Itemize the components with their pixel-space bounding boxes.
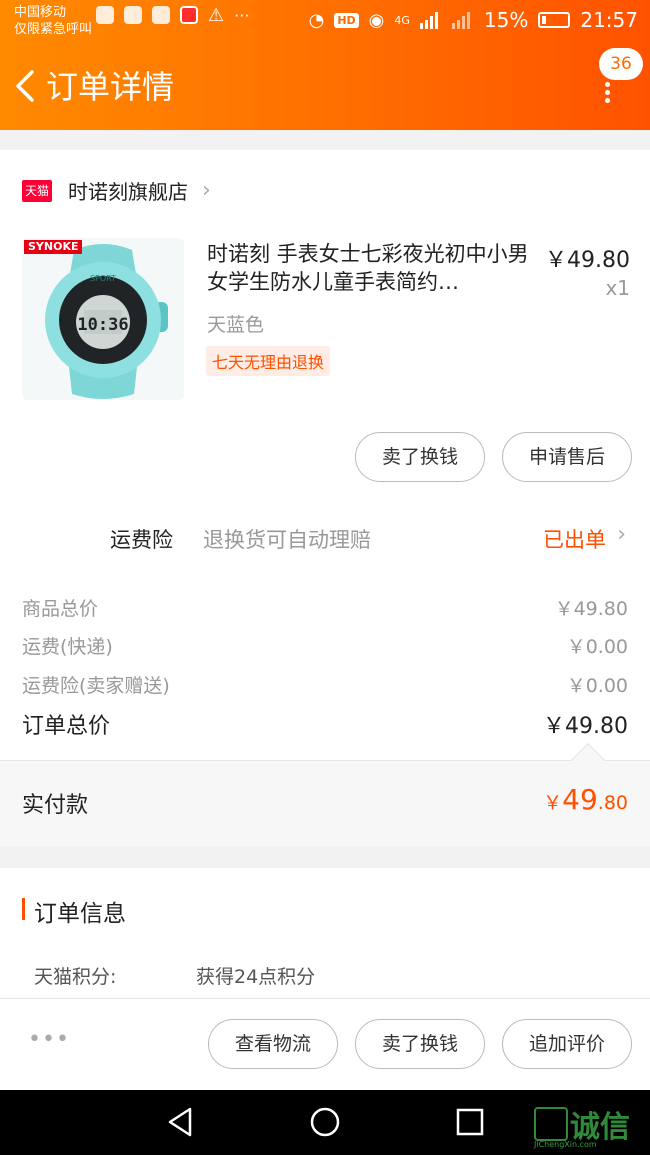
qq-icon — [96, 6, 114, 24]
price-value: ￥0.00 — [566, 636, 628, 658]
product-quantity: x1 — [605, 276, 630, 300]
section-accent-bar — [22, 898, 25, 920]
product-brand-tag: SYNOKE — [24, 240, 83, 254]
chevron-right-icon: › — [202, 178, 211, 203]
watermark-subtext: JiChengXin.com — [534, 1140, 597, 1149]
carrier-status: 仅限紧急呼叫 — [14, 22, 93, 37]
sell-for-cash-bottom-button[interactable]: 卖了换钱 — [355, 1019, 485, 1069]
price-row-goods: 商品总价 ￥49.80 — [22, 594, 628, 624]
price-value: ￥49.80 — [554, 598, 628, 620]
app-header: 中国移动 仅限紧急呼叫 ⚠ ··· ◔ HD ◉ 4G 15% 21:57 订单 — [0, 0, 650, 130]
watermark: 诚信 JiChengXin.com — [534, 1102, 630, 1149]
more-notifications-icon: ··· — [234, 5, 250, 25]
actual-paid-label: 实付款 — [22, 793, 89, 818]
carrier-name: 中国移动 — [14, 5, 67, 20]
order-card: 天猫 时诺刻旗舰店 › SYNOKE SPORT 10:36 时诺刻 手表女士七… — [0, 150, 650, 846]
copy-icon — [124, 6, 142, 24]
notification-badge[interactable]: 36 — [599, 48, 643, 80]
status-bar-left: 中国移动 仅限紧急呼叫 — [14, 4, 92, 38]
clock: 21:57 — [580, 8, 638, 32]
watermark-logo-icon — [534, 1107, 568, 1141]
points-value: 获得24点积分 — [196, 966, 316, 988]
return-policy-tag: 七天无理由退换 — [206, 346, 331, 376]
nav-back-icon[interactable] — [166, 1106, 196, 1138]
product-image[interactable]: SYNOKE SPORT 10:36 — [22, 238, 184, 400]
battery-icon — [538, 12, 571, 28]
eye-icon: ◉ — [368, 9, 385, 31]
points-label: 天猫积分: — [34, 966, 117, 988]
order-info-title: 订单信息 — [34, 901, 126, 927]
apply-after-sales-button[interactable]: 申请售后 — [502, 432, 632, 482]
amount-decimal: .80 — [597, 792, 628, 814]
more-actions-icon[interactable]: ••• — [28, 1027, 70, 1052]
product-variant: 天蓝色 — [207, 314, 265, 336]
shipping-insurance-row[interactable]: 运费险 退换货可自动理赔 已出单 › — [0, 520, 650, 560]
status-bar-right: ◔ HD ◉ 4G 15% 21:57 — [309, 8, 638, 32]
insurance-status: 已出单 — [543, 528, 606, 552]
order-total-label: 订单总价 — [22, 714, 111, 739]
hd-icon: HD — [334, 12, 359, 28]
tmall-icon: 天猫 — [22, 179, 52, 202]
order-total-value: ￥49.80 — [543, 714, 628, 739]
sync-icon: ◔ — [308, 9, 325, 31]
store-name: 时诺刻旗舰店 — [68, 180, 188, 204]
network-type: 4G — [394, 13, 410, 27]
system-nav-bar: 诚信 JiChengXin.com — [0, 1090, 650, 1155]
price-label: 运费险(卖家赠送) — [22, 675, 170, 697]
product-title[interactable]: 时诺刻 手表女士七彩夜光初中小男女学生防水儿童手表简约… — [207, 240, 529, 296]
chevron-right-icon: › — [617, 522, 626, 547]
nav-recents-icon[interactable] — [455, 1106, 485, 1138]
nav-home-icon[interactable] — [309, 1106, 341, 1138]
order-info-card: 订单信息 天猫积分: 获得24点积分 — [0, 868, 650, 998]
store-row[interactable]: 天猫 时诺刻旗舰店 › — [22, 176, 211, 205]
back-arrow-icon[interactable] — [10, 66, 42, 106]
watch-brand-text: SPORT — [90, 274, 116, 283]
page-title: 订单详情 — [46, 68, 175, 106]
audio-icon — [152, 6, 170, 24]
actual-paid-amount: ￥49.80 — [543, 783, 628, 816]
view-logistics-button[interactable]: 查看物流 — [208, 1019, 338, 1069]
video-icon — [180, 6, 198, 24]
price-row-insurance: 运费险(卖家赠送) ￥0.00 — [22, 671, 628, 701]
more-menu-icon[interactable] — [602, 82, 612, 104]
signal-icon — [419, 12, 438, 29]
price-label: 运费(快递) — [22, 636, 113, 658]
caret-pointer — [571, 743, 605, 777]
actual-paid-box: 实付款 ￥49.80 — [0, 743, 650, 846]
insurance-description: 退换货可自动理赔 — [203, 528, 371, 552]
insurance-label: 运费险 — [110, 528, 173, 552]
product-price: ￥49.80 — [545, 248, 630, 273]
price-row-shipping: 运费(快递) ￥0.00 — [22, 632, 628, 662]
price-value: ￥0.00 — [566, 675, 628, 697]
amount-integer: 49 — [562, 783, 598, 816]
battery-percent: 15% — [483, 8, 529, 32]
notification-icons: ⚠ ··· — [96, 6, 249, 24]
warning-icon: ⚠ — [208, 4, 225, 26]
price-label: 商品总价 — [22, 598, 99, 620]
bottom-action-bar: ••• 查看物流 卖了换钱 追加评价 — [0, 998, 650, 1090]
watch-time-text: 10:36 — [77, 315, 128, 335]
add-review-button[interactable]: 追加评价 — [502, 1019, 632, 1069]
currency-symbol: ￥ — [543, 792, 563, 814]
order-total-row: 订单总价 ￥49.80 — [22, 708, 628, 739]
signal-disabled-icon — [451, 12, 470, 29]
watch-illustration: SPORT 10:36 — [45, 244, 168, 399]
sell-for-cash-button[interactable]: 卖了换钱 — [355, 432, 485, 482]
